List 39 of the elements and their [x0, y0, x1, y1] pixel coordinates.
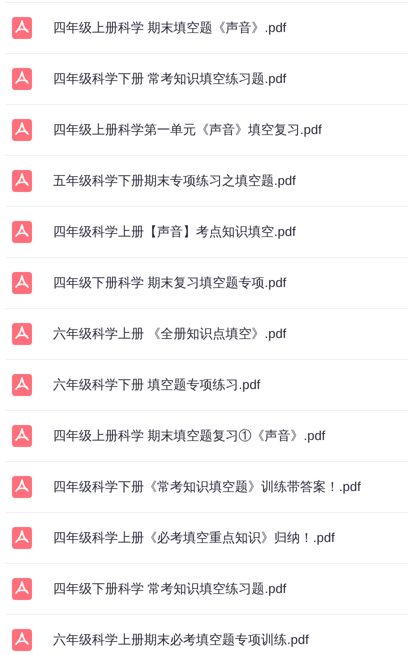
pdf-file-icon	[12, 425, 32, 447]
file-row[interactable]: 四年级科学上册【声音】考点知识填空.pdf	[5, 206, 408, 257]
file-row[interactable]: 四年级下册科学 期末复习填空题专项.pdf	[5, 257, 408, 308]
pdf-file-icon	[12, 68, 32, 90]
pdf-file-icon	[12, 476, 32, 498]
pdf-file-icon	[12, 578, 32, 600]
file-row[interactable]: 四年级上册科学 期末填空题《声音》.pdf	[5, 2, 408, 53]
file-name: 四年级科学上册【声音】考点知识填空.pdf	[53, 223, 296, 242]
file-name: 四年级上册科学 期末填空题复习①《声音》.pdf	[53, 427, 326, 446]
file-name: 四年级下册科学 常考知识填空练习题.pdf	[53, 580, 286, 598]
pdf-file-icon	[12, 170, 32, 192]
pdf-file-icon	[12, 119, 32, 141]
file-name: 四年级上册科学 期末填空题《声音》.pdf	[53, 19, 286, 38]
file-row[interactable]: 四年级科学上册《必考填空重点知识》归纳！.pdf	[5, 512, 408, 563]
file-row[interactable]: 五年级科学下册期末专项练习之填空题.pdf	[5, 155, 408, 206]
file-name: 五年级科学下册期末专项练习之填空题.pdf	[53, 172, 296, 190]
pdf-file-icon	[12, 374, 32, 396]
file-name: 四年级下册科学 期末复习填空题专项.pdf	[53, 274, 286, 292]
file-row[interactable]: 四年级科学下册《常考知识填空题》训练带答案！.pdf	[5, 461, 408, 512]
file-name: 四年级上册科学第一单元《声音》填空复习.pdf	[53, 121, 322, 140]
pdf-file-icon	[12, 272, 32, 294]
file-name: 四年级科学下册《常考知识填空题》训练带答案！.pdf	[53, 478, 361, 496]
pdf-file-icon	[12, 527, 32, 549]
file-row[interactable]: 四年级科学下册 常考知识填空练习题.pdf	[5, 53, 408, 104]
file-row[interactable]: 六年级科学下册 填空题专项练习.pdf	[5, 359, 408, 410]
file-row[interactable]: 四年级上册科学第一单元《声音》填空复习.pdf	[5, 104, 408, 155]
pdf-file-icon	[12, 629, 32, 651]
pdf-file-icon	[12, 323, 32, 345]
file-name: 六年级科学上册期末必考填空题专项训练.pdf	[53, 631, 309, 650]
pdf-file-icon	[12, 221, 32, 243]
pdf-file-icon	[12, 17, 32, 39]
file-name: 四年级科学上册《必考填空重点知识》归纳！.pdf	[53, 529, 335, 548]
file-row[interactable]: 四年级下册科学 常考知识填空练习题.pdf	[5, 563, 408, 614]
file-row[interactable]: 六年级科学上册 《全册知识点填空》.pdf	[5, 308, 408, 359]
file-name: 六年级科学上册 《全册知识点填空》.pdf	[53, 325, 286, 344]
file-name: 四年级科学下册 常考知识填空练习题.pdf	[53, 70, 286, 88]
file-name: 六年级科学下册 填空题专项练习.pdf	[53, 376, 260, 394]
file-row[interactable]: 六年级科学上册期末必考填空题专项训练.pdf	[5, 614, 408, 655]
file-row[interactable]: 四年级上册科学 期末填空题复习①《声音》.pdf	[5, 410, 408, 461]
